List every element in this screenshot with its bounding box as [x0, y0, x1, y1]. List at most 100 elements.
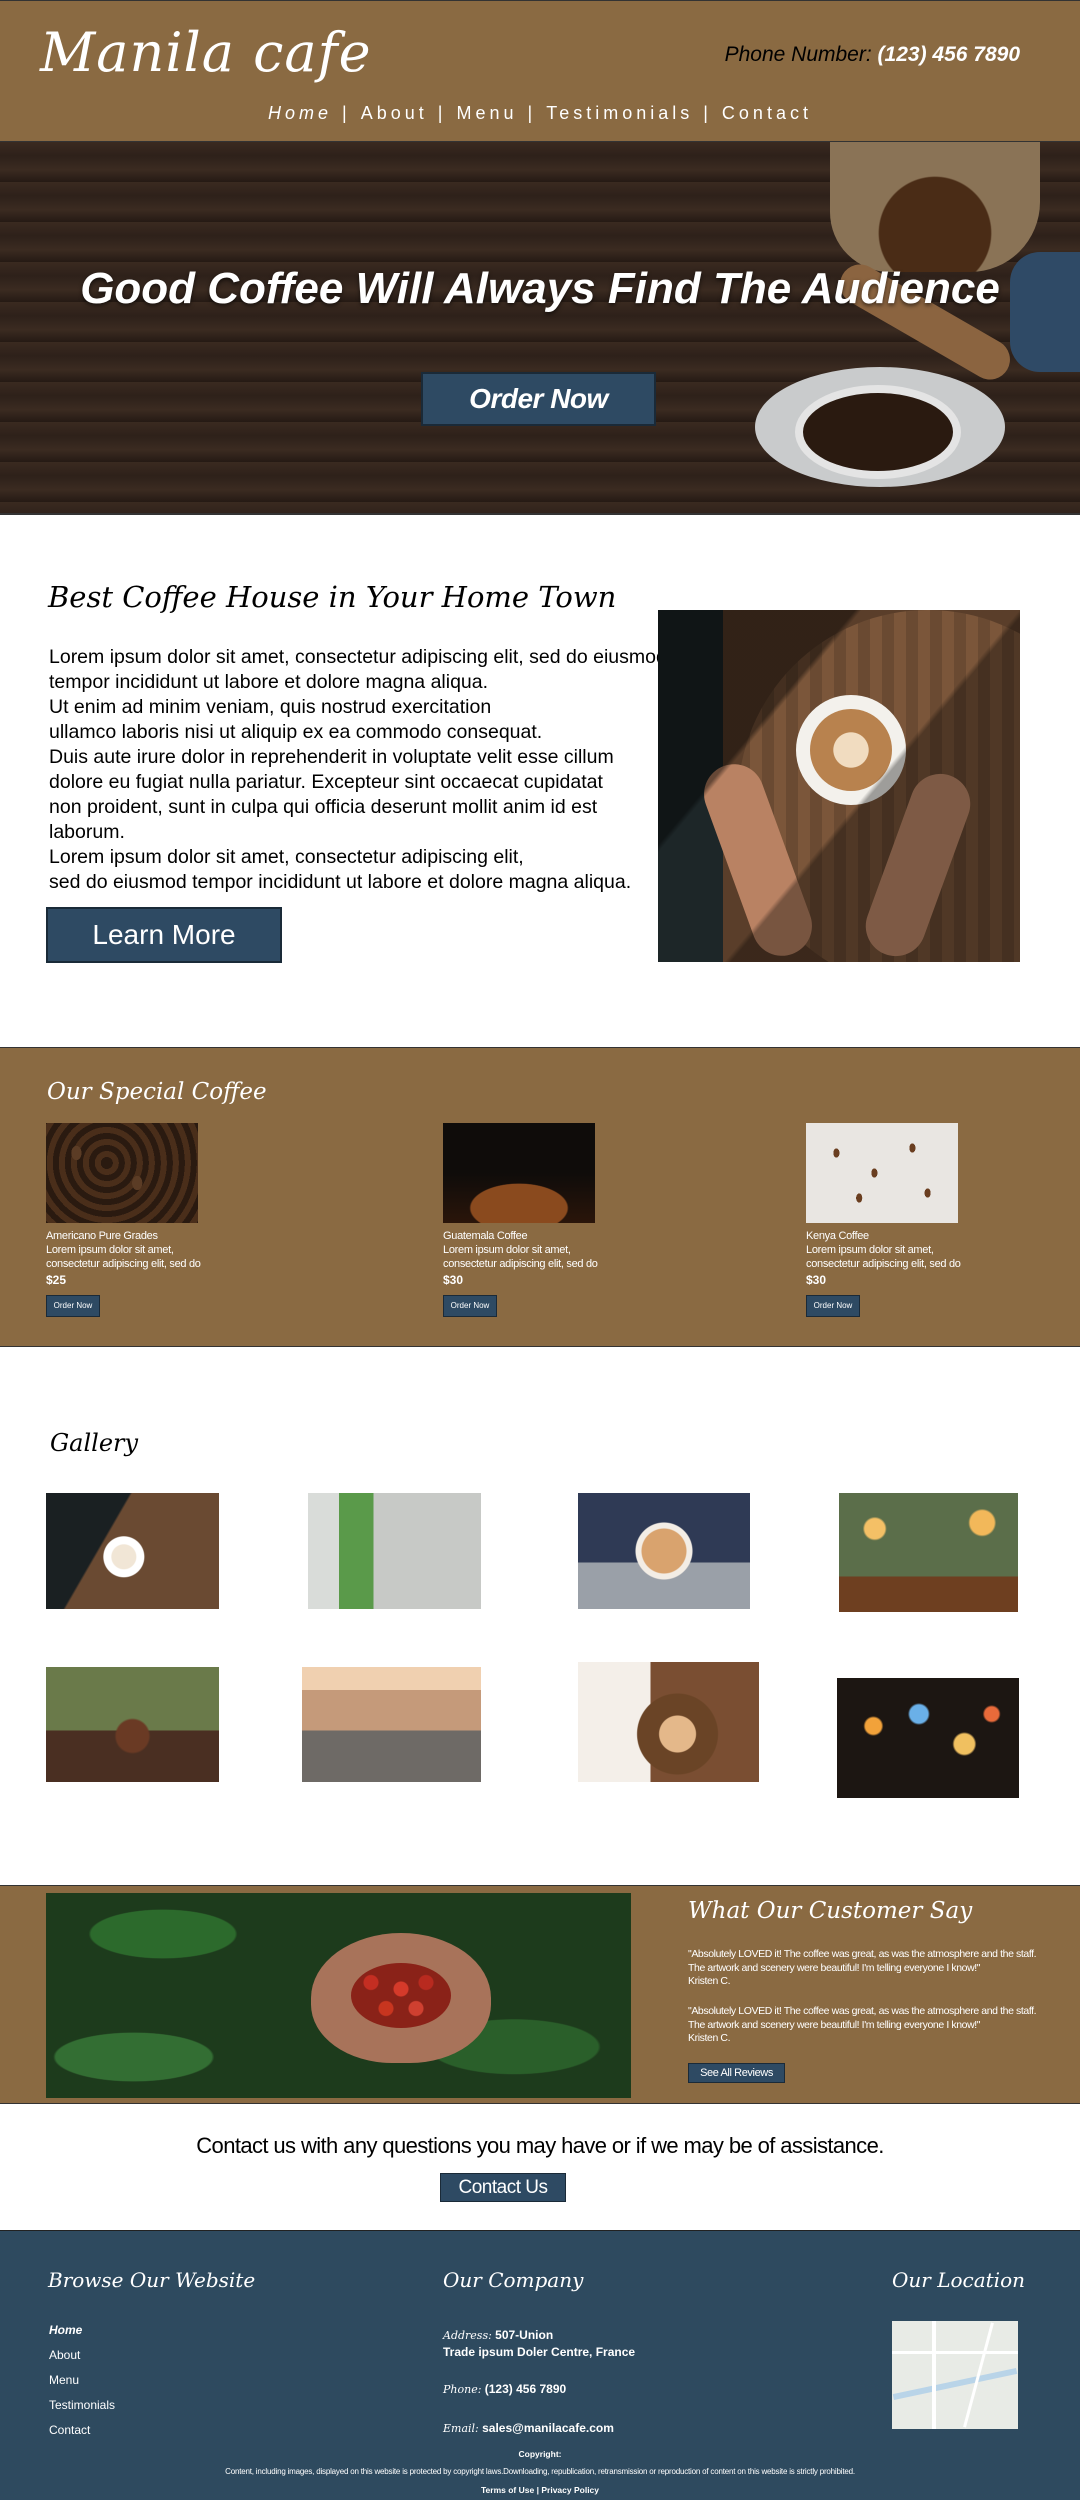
site-logo[interactable]: Manila cafe: [40, 21, 372, 84]
address-line-2: Trade ipsum Doler Centre, France: [443, 2345, 636, 2359]
hero-coffee-bag-image: [830, 142, 1040, 272]
legal-separator: |: [536, 2485, 539, 2495]
testimonials-section: What Our Customer Say "Absolutely LOVED …: [0, 1885, 1080, 2104]
terms-link[interactable]: Terms of Use: [481, 2485, 534, 2495]
coffee-price: $25: [46, 1273, 67, 1287]
nav-separator: |: [342, 103, 351, 123]
coffee-name: Kenya Coffee: [806, 1230, 869, 1242]
hero-banner: Good Coffee Will Always Find The Audienc…: [0, 142, 1080, 515]
footer-phone: Phone: (123) 456 7890: [443, 2381, 566, 2398]
gallery-image[interactable]: [578, 1662, 759, 1782]
quote-text: "Absolutely LOVED it! The coffee was gre…: [688, 1948, 1037, 1974]
hero-title: Good Coffee Will Always Find The Audienc…: [80, 264, 1000, 313]
copyright-text: Content, including images, displayed on …: [225, 2467, 855, 2476]
coffee-order-button[interactable]: Order Now: [46, 1295, 100, 1317]
coffee-description: consectetur adipiscing elit, sed do: [46, 1258, 201, 1270]
nav-contact[interactable]: Contact: [722, 103, 812, 123]
site-header: Manila cafe Phone Number: (123) 456 7890…: [0, 0, 1080, 142]
browse-title: Browse Our Website: [48, 2268, 256, 2292]
main-nav: Home | About | Menu | Testimonials | Contact: [0, 103, 1080, 124]
phone-number[interactable]: (123) 456 7890: [878, 43, 1020, 66]
coffee-card: Americano Pure Grades Lorem ipsum dolor …: [46, 1123, 246, 1317]
coffee-beans-image: [46, 1123, 198, 1223]
nav-separator: |: [703, 103, 712, 123]
quote-author: Kristen C.: [688, 2032, 731, 2044]
learn-more-button[interactable]: Learn More: [46, 907, 282, 963]
map-river: [892, 2367, 1018, 2401]
coffee-card: Guatemala Coffee Lorem ipsum dolor sit a…: [443, 1123, 643, 1317]
shadow-overlay: [658, 610, 1020, 962]
footer-link-home[interactable]: Home: [49, 2323, 82, 2337]
header-phone: Phone Number: (123) 456 7890: [725, 43, 1020, 67]
gallery-image[interactable]: [46, 1667, 219, 1782]
about-coffee-photo: [658, 610, 1020, 962]
nav-about[interactable]: About: [361, 103, 428, 123]
nav-home[interactable]: Home: [268, 103, 332, 123]
contact-us-button[interactable]: Contact Us: [440, 2173, 566, 2202]
about-title: Best Coffee House in Your Home Town: [48, 580, 617, 614]
gallery-image[interactable]: [308, 1493, 481, 1609]
coffee-description: Lorem ipsum dolor sit amet,: [443, 1244, 571, 1256]
nav-testimonials[interactable]: Testimonials: [546, 103, 693, 123]
map-road: [892, 2351, 1018, 2354]
copyright-title: Copyright:: [518, 2449, 562, 2459]
gallery-image[interactable]: [302, 1667, 481, 1782]
coffee-price: $30: [443, 1273, 464, 1287]
coffee-cherries-photo: [46, 1893, 631, 2098]
see-all-reviews-button[interactable]: See All Reviews: [688, 2063, 785, 2083]
coffee-description: consectetur adipiscing elit, sed do: [443, 1258, 598, 1270]
about-paragraph-2: Lorem ipsum dolor sit amet, consectetur …: [49, 846, 632, 893]
gallery-image[interactable]: [839, 1493, 1018, 1612]
about-paragraph-1: Lorem ipsum dolor sit amet, consectetur …: [49, 646, 667, 843]
gallery-image[interactable]: [578, 1493, 750, 1609]
coffee-order-button[interactable]: Order Now: [443, 1295, 497, 1317]
location-title: Our Location: [892, 2268, 1025, 2292]
quote-text: "Absolutely LOVED it! The coffee was gre…: [688, 2005, 1037, 2031]
location-map[interactable]: [892, 2321, 1018, 2429]
footer-email: Email: sales@manilacafe.com: [443, 2420, 614, 2437]
testimonial-quote: "Absolutely LOVED it! The coffee was gre…: [688, 2005, 1048, 2046]
hero-cup-image: [755, 367, 1005, 487]
map-road: [932, 2321, 936, 2429]
special-coffee-title: Our Special Coffee: [47, 1079, 267, 1105]
email-value[interactable]: sales@manilacafe.com: [482, 2421, 614, 2435]
nav-menu[interactable]: Menu: [456, 103, 517, 123]
legal-links: Terms of Use | Privacy Policy: [0, 2485, 1080, 2495]
contact-message: Contact us with any questions you may ha…: [196, 2133, 884, 2158]
coffee-name: Guatemala Coffee: [443, 1230, 528, 1242]
footer-link-testimonials[interactable]: Testimonials: [49, 2398, 115, 2412]
coffee-beans-image: [806, 1123, 958, 1223]
phone-label: Phone:: [443, 2383, 482, 2396]
coffee-beans-image: [443, 1123, 595, 1223]
address-label: Address:: [443, 2329, 492, 2342]
testimonials-title: What Our Customer Say: [688, 1898, 973, 1924]
footer-link-contact[interactable]: Contact: [49, 2423, 90, 2437]
coffee-name: Americano Pure Grades: [46, 1230, 158, 1242]
coffee-cherries-shape: [351, 1963, 451, 2028]
gallery-title: Gallery: [50, 1429, 139, 1457]
privacy-link[interactable]: Privacy Policy: [541, 2485, 599, 2495]
order-now-button[interactable]: Order Now: [421, 372, 656, 426]
coffee-card: Kenya Coffee Lorem ipsum dolor sit amet,…: [806, 1123, 1006, 1317]
quote-author: Kristen C.: [688, 1975, 731, 1987]
nav-separator: |: [437, 103, 447, 123]
testimonial-quote: "Absolutely LOVED it! The coffee was gre…: [688, 1948, 1048, 1989]
phone-value[interactable]: (123) 456 7890: [485, 2382, 566, 2396]
address-line-1: 507-Union: [495, 2328, 554, 2342]
coffee-description: Lorem ipsum dolor sit amet,: [46, 1244, 174, 1256]
coffee-description: consectetur adipiscing elit, sed do: [806, 1258, 961, 1270]
email-label: Email:: [443, 2422, 479, 2435]
nav-separator: |: [527, 103, 537, 123]
gallery-image[interactable]: [46, 1493, 219, 1609]
gallery-image[interactable]: [837, 1678, 1019, 1798]
footer-address: Address: 507-Union Trade ipsum Doler Cen…: [443, 2327, 635, 2361]
footer-link-about[interactable]: About: [49, 2348, 80, 2362]
company-title: Our Company: [443, 2268, 584, 2292]
phone-label: Phone Number:: [724, 43, 872, 66]
footer-link-menu[interactable]: Menu: [49, 2373, 79, 2387]
site-footer: Browse Our Website Home About Menu Testi…: [0, 2230, 1080, 2500]
coffee-order-button[interactable]: Order Now: [806, 1295, 860, 1317]
coffee-price: $30: [806, 1273, 827, 1287]
special-coffee-section: Our Special Coffee Americano Pure Grades…: [0, 1047, 1080, 1347]
coffee-description: Lorem ipsum dolor sit amet,: [806, 1244, 934, 1256]
